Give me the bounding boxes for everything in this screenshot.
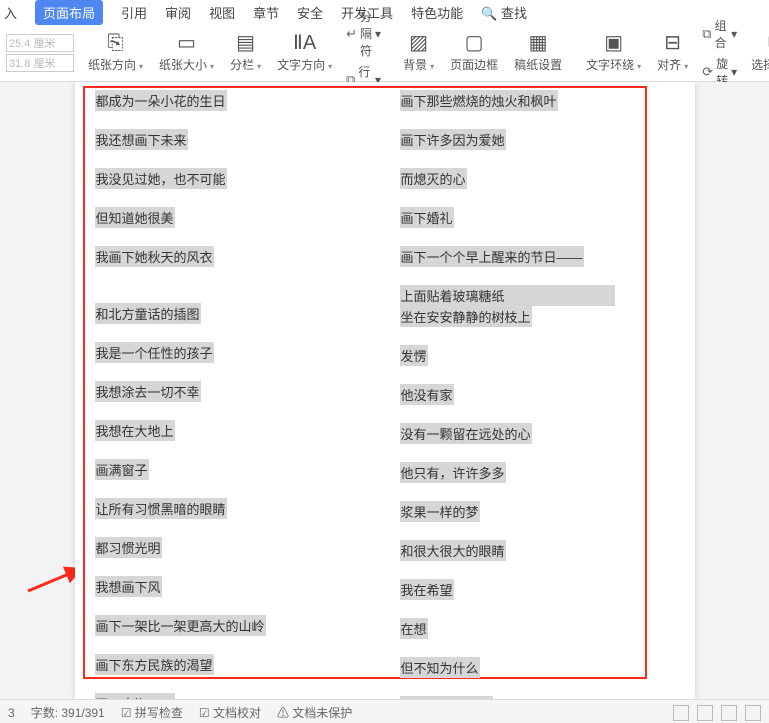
manuscript-icon: ▦: [529, 33, 548, 53]
text-line[interactable]: 让所有习惯黑暗的眼睛: [95, 498, 227, 519]
page-number[interactable]: 3: [8, 706, 15, 720]
selection-pane-button[interactable]: ⧉ 选择窗格: [751, 24, 769, 81]
tab-security[interactable]: 安全: [297, 3, 323, 22]
text-line[interactable]: 我没有领到蜡笔: [400, 696, 493, 699]
spell-check-toggle[interactable]: ☑ 拼写检查: [121, 704, 183, 721]
text-line[interactable]: 我画下她秋天的风衣: [95, 246, 214, 267]
text-line[interactable]: 和北方童话的插图: [95, 303, 201, 324]
columns-button[interactable]: ▤ 分栏▾: [230, 24, 261, 81]
text-line[interactable]: 他只有，许许多多: [400, 462, 506, 483]
arrange-group: ⧉组合▾ ⟳旋转▾: [702, 24, 737, 81]
tab-page-layout[interactable]: 页面布局: [35, 0, 103, 25]
text-wrap-icon: ▣: [604, 33, 623, 53]
text-line[interactable]: 画下许多因为爱她: [400, 129, 506, 150]
text-line[interactable]: 我是一个任性的孩子: [95, 342, 214, 363]
search-icon: 🔍: [481, 6, 497, 21]
document-page[interactable]: 都成为一朵小花的生日我还想画下未来我没见过她，也不可能但知道她很美我画下她秋天的…: [75, 82, 695, 699]
word-count[interactable]: 字数: 391/391: [31, 704, 105, 721]
breaks-group: ↵分隔符▾ ⧉行号▾: [346, 24, 381, 81]
text-columns: 都成为一朵小花的生日我还想画下未来我没见过她，也不可能但知道她很美我画下她秋天的…: [95, 90, 675, 691]
page-border-button[interactable]: ▢ 页面边框: [450, 24, 498, 81]
text-direction-icon: ⅡA: [293, 33, 316, 53]
text-line[interactable]: 我想在大地上: [95, 420, 175, 441]
text-direction-button[interactable]: ⅡA 文字方向▾: [277, 24, 332, 81]
text-line[interactable]: 发愣: [400, 345, 428, 366]
text-line[interactable]: 在想: [400, 618, 428, 639]
tab-section[interactable]: 章节: [253, 3, 279, 22]
background-icon: ▨: [409, 33, 428, 53]
align-button[interactable]: ⊟ 对齐▾: [657, 24, 688, 81]
search-button[interactable]: 🔍 查找: [481, 3, 527, 22]
view-mode-1-icon[interactable]: [673, 705, 689, 721]
group-button[interactable]: ⧉组合▾: [702, 17, 737, 51]
tab-special[interactable]: 特色功能: [411, 3, 463, 22]
background-button[interactable]: ▨ 背景▾: [403, 24, 434, 81]
orientation-icon: ⎘: [108, 33, 124, 53]
page-border-icon: ▢: [465, 33, 484, 53]
text-line[interactable]: 画下大海——: [95, 693, 175, 699]
manuscript-button[interactable]: ▦ 稿纸设置: [514, 24, 562, 81]
page-width-input[interactable]: [6, 34, 74, 52]
status-bar: 3 字数: 391/391 ☑ 拼写检查 ☑ 文档校对 ⚠ 文档未保护: [0, 699, 769, 723]
page-height-input[interactable]: [6, 54, 74, 72]
paper-size-icon: ▭: [177, 33, 196, 53]
tab-references[interactable]: 引用: [121, 3, 147, 22]
status-right-group: [673, 705, 761, 721]
view-mode-4-icon[interactable]: [745, 705, 761, 721]
columns-icon: ▤: [236, 33, 255, 53]
text-line[interactable]: 画下那些燃烧的烛火和枫叶: [400, 90, 558, 111]
text-line[interactable]: 画下一个个早上醒来的节日——: [400, 246, 584, 267]
workspace: 都成为一朵小花的生日我还想画下未来我没见过她，也不可能但知道她很美我画下她秋天的…: [0, 82, 769, 699]
group-icon: ⧉: [702, 26, 711, 42]
protect-status[interactable]: ⚠ 文档未保护: [277, 704, 352, 721]
tab-view[interactable]: 视图: [209, 3, 235, 22]
view-mode-2-icon[interactable]: [697, 705, 713, 721]
breaks-icon: ↵: [346, 26, 357, 42]
proofread-toggle[interactable]: ☑ 文档校对: [199, 704, 261, 721]
text-line[interactable]: 上面贴着玻璃糖纸: [400, 285, 615, 306]
text-line[interactable]: 他没有家: [400, 384, 454, 405]
text-line[interactable]: 画满窗子: [95, 459, 149, 480]
right-column: 画下那些燃烧的烛火和枫叶画下许多因为爱她而熄灭的心画下婚礼画下一个个早上醒来的节…: [400, 90, 675, 691]
orientation-button[interactable]: ⎘ 纸张方向▾: [88, 24, 143, 81]
paper-size-button[interactable]: ▭ 纸张大小▾: [159, 24, 214, 81]
text-line[interactable]: 画下东方民族的渴望: [95, 654, 214, 675]
breaks-button[interactable]: ↵分隔符▾: [346, 8, 381, 59]
ribbon-tabs: 入 页面布局 引用 审阅 视图 章节 安全 开发工具 特色功能 🔍 查找: [0, 0, 769, 24]
text-line[interactable]: 都习惯光明: [95, 537, 162, 558]
left-column: 都成为一朵小花的生日我还想画下未来我没见过她，也不可能但知道她很美我画下她秋天的…: [95, 90, 370, 691]
align-icon: ⊟: [664, 33, 681, 53]
text-line[interactable]: 我在希望: [400, 579, 454, 600]
text-line[interactable]: 而熄灭的心: [400, 168, 467, 189]
text-wrap-button[interactable]: ▣ 文字环绕▾: [586, 24, 641, 81]
rotate-icon: ⟳: [702, 64, 713, 80]
text-line[interactable]: 我想画下风: [95, 576, 162, 597]
text-line[interactable]: 坐在安安静静的树枝上: [400, 306, 532, 327]
tab-review[interactable]: 审阅: [165, 3, 191, 22]
page-size-inputs: [6, 34, 74, 72]
ribbon-toolbar: ⎘ 纸张方向▾ ▭ 纸张大小▾ ▤ 分栏▾ ⅡA 文字方向▾ ↵分隔符▾ ⧉行号…: [0, 24, 769, 82]
text-line[interactable]: 我没见过她，也不可能: [95, 168, 227, 189]
text-line[interactable]: 我还想画下未来: [95, 129, 188, 150]
text-line[interactable]: 画下一架比一架更高大的山岭: [95, 615, 266, 636]
text-line[interactable]: 但知道她很美: [95, 207, 175, 228]
text-line[interactable]: 没有一颗留在远处的心: [400, 423, 532, 444]
text-line[interactable]: 都成为一朵小花的生日: [95, 90, 227, 111]
view-mode-3-icon[interactable]: [721, 705, 737, 721]
text-line[interactable]: 我想涂去一切不幸: [95, 381, 201, 402]
tab-insert-partial[interactable]: 入: [4, 3, 17, 22]
text-line[interactable]: 但不知为什么: [400, 657, 480, 678]
text-line[interactable]: 画下婚礼: [400, 207, 454, 228]
text-line[interactable]: 浆果一样的梦: [400, 501, 480, 522]
text-line[interactable]: 和很大很大的眼睛: [400, 540, 506, 561]
